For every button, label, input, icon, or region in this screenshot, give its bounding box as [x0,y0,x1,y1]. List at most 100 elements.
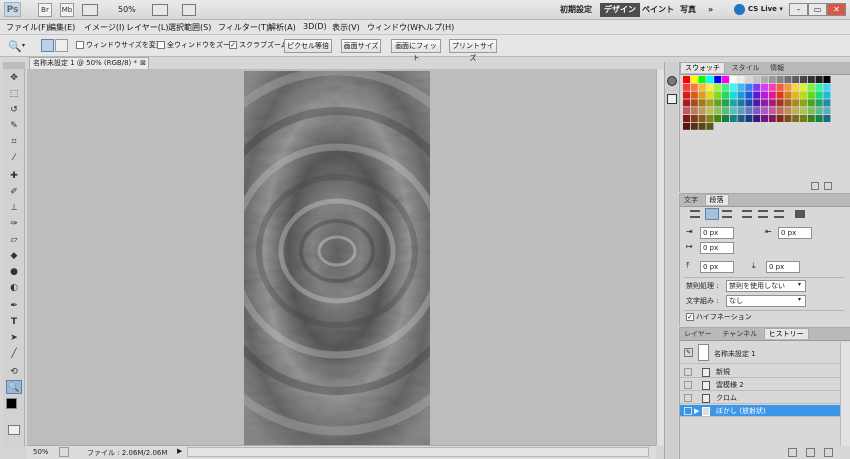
color-swatch[interactable] [690,115,698,122]
color-swatch[interactable] [714,83,722,91]
justify-right-icon[interactable] [774,210,784,218]
3d-rotate-tool-icon[interactable]: ⟲ [6,365,22,379]
color-swatch[interactable] [761,91,768,99]
color-swatch[interactable] [714,115,722,122]
quick-selection-tool-icon[interactable]: ✎ [6,119,22,133]
close-button[interactable]: ✕ [827,3,846,16]
space-after-field[interactable]: 0 px [766,261,800,273]
status-zoom-field[interactable]: 50% [33,448,49,456]
menu-help[interactable]: ヘルプ(H) [418,22,454,33]
zoom-tool-icon[interactable]: 🔍 [8,40,22,53]
color-swatch[interactable] [745,115,753,122]
tab-layers[interactable]: レイヤー [680,329,716,340]
color-swatch[interactable] [753,83,761,91]
color-swatch[interactable] [800,91,807,99]
color-swatch[interactable] [807,107,815,115]
color-swatch[interactable] [683,115,690,122]
fill-screen-button[interactable]: 画面にフィット [391,39,441,62]
color-swatch[interactable] [722,99,729,107]
foreground-color-swatch[interactable] [6,398,17,409]
color-swatch[interactable] [784,76,792,83]
color-swatch[interactable] [737,91,745,99]
color-swatch[interactable] [807,83,815,91]
workspace-essentials[interactable]: 初期設定 [556,3,596,17]
maximize-button[interactable]: ▭ [808,3,827,16]
color-swatch[interactable] [768,107,776,115]
eraser-tool-icon[interactable]: ▱ [6,233,22,247]
lasso-tool-icon[interactable]: ↺ [6,103,22,117]
zoom-level-select[interactable]: 50% [118,5,136,14]
color-swatch[interactable] [823,107,831,115]
path-selection-tool-icon[interactable]: ➤ [6,331,22,345]
mini-bridge-button[interactable]: Mb [60,3,74,17]
tab-paragraph[interactable]: 段落 [704,194,729,205]
color-swatch[interactable] [698,83,706,91]
color-swatch[interactable] [753,107,761,115]
workspace-painting[interactable]: ペイント [638,3,678,17]
color-swatch[interactable] [761,76,768,83]
tab-character[interactable]: 文字 [680,195,702,206]
document-tab[interactable]: 名称未設定 1 @ 50% (RGB/8) * ⊠ [29,57,149,69]
color-swatch[interactable] [784,99,792,107]
color-swatch[interactable] [698,107,706,115]
color-swatch[interactable] [745,91,753,99]
color-swatch[interactable] [683,99,690,107]
document-canvas[interactable] [244,71,430,445]
new-document-from-state-icon[interactable] [788,448,797,457]
tab-styles[interactable]: スタイル [728,63,764,74]
color-swatch[interactable] [792,91,800,99]
align-left-icon[interactable] [690,210,700,218]
indent-left-field[interactable]: 0 px [700,227,734,239]
healing-brush-tool-icon[interactable]: ✚ [6,169,22,183]
color-swatch[interactable] [784,107,792,115]
justify-all-icon[interactable] [795,210,805,218]
menu-window[interactable]: ウィンドウ(W) [367,22,421,33]
zoom-tool-icon[interactable]: 🔍 [6,380,22,394]
bridge-button[interactable]: Br [38,3,52,17]
pen-tool-icon[interactable]: ✒ [6,299,22,313]
justify-center-icon[interactable] [758,210,768,218]
vertical-scrollbar[interactable] [656,69,664,445]
align-center-icon[interactable] [705,208,719,220]
zoom-out-icon[interactable] [55,39,68,52]
history-source-box[interactable] [684,381,692,389]
tab-info[interactable]: 情報 [766,63,788,74]
align-right-icon[interactable] [722,210,732,218]
color-swatch[interactable] [800,76,807,83]
color-swatch[interactable] [737,115,745,122]
checkbox-checked[interactable]: ✓ [686,313,694,321]
color-swatch[interactable] [776,99,784,107]
color-swatch[interactable] [683,83,690,91]
mojikumi-select[interactable]: なし [726,295,806,307]
justify-left-icon[interactable] [742,210,752,218]
history-item[interactable]: 新規 [680,366,840,378]
color-swatch[interactable] [714,76,722,83]
masks-icon[interactable] [667,94,677,104]
color-swatch[interactable] [761,83,768,91]
color-swatch[interactable] [784,115,792,122]
history-item[interactable]: クロム [680,392,840,404]
color-swatch[interactable] [776,76,784,83]
history-scrollbar[interactable] [840,342,850,446]
menu-file[interactable]: ファイル(F) [6,22,49,33]
color-swatch[interactable] [815,76,823,83]
clone-stamp-tool-icon[interactable]: ⊥ [6,201,22,215]
tool-preset-dropdown[interactable]: ▾ [22,42,25,49]
color-swatch[interactable] [823,91,831,99]
color-swatch[interactable] [800,83,807,91]
zoom-all-windows-checkbox[interactable]: 全ウィンドウをズーム [157,40,237,50]
color-swatch[interactable] [698,91,706,99]
color-swatch[interactable] [714,91,722,99]
color-swatch[interactable] [823,83,831,91]
color-swatch[interactable] [737,76,745,83]
cs-live-menu[interactable]: CS Live ▾ [748,5,783,13]
color-swatch[interactable] [690,99,698,107]
brush-tool-icon[interactable]: ✐ [6,185,22,199]
history-item[interactable]: 雲模様 2 [680,379,840,391]
color-swatch[interactable] [722,76,729,83]
color-swatch[interactable] [815,99,823,107]
color-swatch[interactable] [823,115,831,122]
color-swatch[interactable] [792,99,800,107]
brush-presets-icon[interactable] [667,76,677,86]
arrange-documents-icon[interactable] [152,4,168,16]
